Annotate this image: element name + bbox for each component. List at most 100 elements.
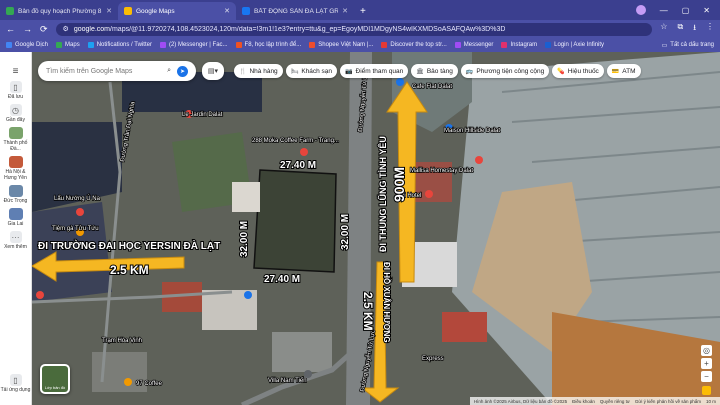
left-rail: ≡ ▯ Đã lưu ◷ Gần đây Thành phố Đà... Hà Nộ… [0,52,32,405]
tab-bat-dong-san[interactable]: BẤT ĐỘNG SẢN ĐÀ LẠT GROUP✕ [236,2,354,20]
back-icon[interactable]: ← [6,24,15,34]
place-label-le-jardin[interactable]: Le Jardin Dalat [181,111,223,119]
download-icon[interactable]: ⭳ [693,22,696,36]
search-input[interactable]: Tìm kiếm trên Google Maps [46,68,161,75]
street-view-pegman-icon[interactable] [702,386,711,395]
place-label-lau-nuong[interactable]: Lẩu Nướng Ú Na [53,194,101,203]
directions-icon[interactable]: ➤ [177,65,188,77]
recent-place-duc-trong[interactable]: Đức Trọng [1,185,31,204]
satellite-map[interactable]: Le Jardin Dalat 288 Moka Coffee Farm - T… [32,52,720,405]
chip-transit[interactable]: 🚌 Phương tiện công cộng [460,64,550,78]
bookmark-google-dich[interactable]: Google Dịch [6,42,48,48]
close-icon[interactable]: ✕ [342,7,348,15]
recent-place-da-lat[interactable]: Thành phố Đà... [1,127,31,152]
close-window-icon[interactable]: ✕ [703,6,710,15]
tab-google-maps[interactable]: Google Maps ✕ [118,2,236,20]
forward-icon[interactable]: → [23,24,32,34]
direction-yersin-distance: 2.5 KM [110,263,149,277]
direction-thung-lung-distance: 900M [391,167,407,202]
address-bar[interactable]: ⚙ google.com/maps/@11.9720274,108.452302… [55,22,653,36]
search-box[interactable]: Tìm kiếm trên Google Maps ⌕ ➤ [38,61,196,81]
chip-attractions[interactable]: 📷 Điểm tham quan [340,64,409,78]
bookmark-axie[interactable]: Login | Axie Infinity [545,42,604,48]
bookmark-icon: ▯ [9,81,22,93]
scale-bar[interactable]: 10 m [706,399,716,404]
dimension-bottom: 27.40 M [264,274,300,285]
place-label-97-coffee[interactable]: 97 Coffee [135,380,163,388]
place-label-villa-nam-tien[interactable]: Villa Nam Tiến [267,377,307,385]
chip-hotels[interactable]: 🛏 Khách sạn [285,64,338,78]
zoom-in-button[interactable]: + [701,358,712,369]
profile-icon[interactable] [635,5,646,15]
url-text: google.com/maps/@11.9720274,108.4523024,… [73,25,506,33]
place-label: Hà Nội & Hưng Yên [4,169,27,181]
history-icon: ◷ [9,104,22,116]
camera-icon: 📷 [345,68,353,75]
menu-button[interactable]: ≡ [1,66,31,77]
reload-icon[interactable]: ⟳ [40,24,48,35]
recent-button[interactable]: ◷ Gần đây [1,104,31,123]
place-label-maison-hillside[interactable]: Maison Hillside Dalat [443,127,501,135]
minimize-icon[interactable]: — [660,6,668,15]
place-thumbnail [8,208,23,220]
chip-pharmacy[interactable]: 💊 Hiệu thuốc [552,64,604,78]
download-app-button[interactable]: ▯ Tải ứng dụng [1,374,31,393]
place-label-tram-hoa[interactable]: Trạm Hòa Vinh [101,337,143,345]
all-bookmarks-button[interactable]: ▭ Tất cả dấu trang [662,42,714,49]
bookmark-messenger-fb[interactable]: (2) Messenger | Fac... [159,42,228,48]
maximize-icon[interactable]: ▢ [682,6,690,15]
place-label-moka-coffee[interactable]: 288 Moka Coffee Farm - Trang... [251,137,340,145]
chip-museums[interactable]: 🏛 Bảo tàng [411,64,458,78]
menu-kebab-icon[interactable]: ⋮ [706,22,714,36]
direction-xuan-huong-label: ĐI HỒ XUÂN HƯƠNG [382,262,392,343]
recent-place-gia-lai[interactable]: Gia Lai [1,208,31,227]
bookmark-twitter[interactable]: Notifications / Twitter [87,42,152,48]
more-button[interactable]: ··· Xem thêm [1,231,31,250]
layers-button[interactable]: Lớp bản đồ [40,364,70,394]
extensions-icon[interactable]: ⧉ [677,22,683,36]
bookmark-star-icon[interactable]: ☆ [660,22,667,36]
bookmark-favicon-icon [56,42,63,48]
bookmark-shopee[interactable]: Shopee Việt Nam |... [309,42,373,48]
terms-link[interactable]: Điều khoản [572,399,595,404]
privacy-link[interactable]: Quyền riêng tư [600,399,630,404]
place-label-cafe-flat[interactable]: Cafe Flat Dalat [411,83,453,91]
recent-place-ha-noi[interactable]: Hà Nội & Hưng Yên [1,156,31,181]
saved-button[interactable]: ▯ Đã lưu [1,81,31,100]
close-icon[interactable]: ✕ [106,7,112,15]
close-icon[interactable]: ✕ [224,7,230,15]
bookmark-instagram[interactable]: Instagram [501,42,537,48]
bookmark-favicon-icon [501,42,508,48]
dimension-right: 32.00 M [340,214,351,250]
bookmark-favicon-icon [381,42,388,48]
my-location-icon[interactable]: ◎ [701,345,712,356]
chip-restaurants[interactable]: 🍴 Nhà hàng [234,64,283,78]
place-label-express[interactable]: Express [421,355,444,363]
bookmark-messenger[interactable]: Messenger [454,42,493,48]
tab-title: BẤT ĐỘNG SẢN ĐÀ LẠT GROUP [254,7,339,15]
place-label-tiem-ga[interactable]: Tiệm gà Tửu Tứu [51,224,99,233]
feedback-link[interactable]: Gửi ý kiến phản hồi về sản phẩm [635,399,701,404]
folder-icon: ▭ [661,42,668,49]
chip-atm[interactable]: 💳 ATM [606,64,641,78]
direction-thung-lung-label: ĐI THUNG LŨNG TÌNH YÊU [377,136,388,252]
direction-yersin-label: ĐI TRƯỜNG ĐẠI HỌC YERSIN ĐÀ LẠT [38,239,220,252]
site-info-icon[interactable]: ⚙ [63,25,69,33]
museum-icon: 🏛 [416,68,424,75]
place-label-mallisa[interactable]: Mallisa Homestay Dalat [409,167,474,175]
search-icon[interactable]: ⌕ [167,67,171,75]
tab-quy-hoach[interactable]: Bản đồ quy hoạch Phường 8, Th ✕ [0,2,118,20]
place-thumbnail [8,185,23,197]
bookmark-maps[interactable]: Maps [56,42,80,48]
zoom-out-button[interactable]: − [701,371,712,382]
bookmark-discover[interactable]: Discover the top str... [381,42,447,48]
place-label: Thành phố Đà... [3,140,28,152]
place-thumbnail [8,127,23,139]
hotel-dropdown[interactable]: ▤▾ [202,62,224,80]
saved-label: Đã lưu [7,94,24,100]
bookmark-favicon-icon [87,42,94,48]
bookmark-f8[interactable]: F8, học lập trình để... [235,42,301,48]
hotel-icon: ▤▾ [207,68,219,75]
new-tab-button[interactable]: + [354,6,372,20]
bookmark-favicon-icon [309,42,316,48]
